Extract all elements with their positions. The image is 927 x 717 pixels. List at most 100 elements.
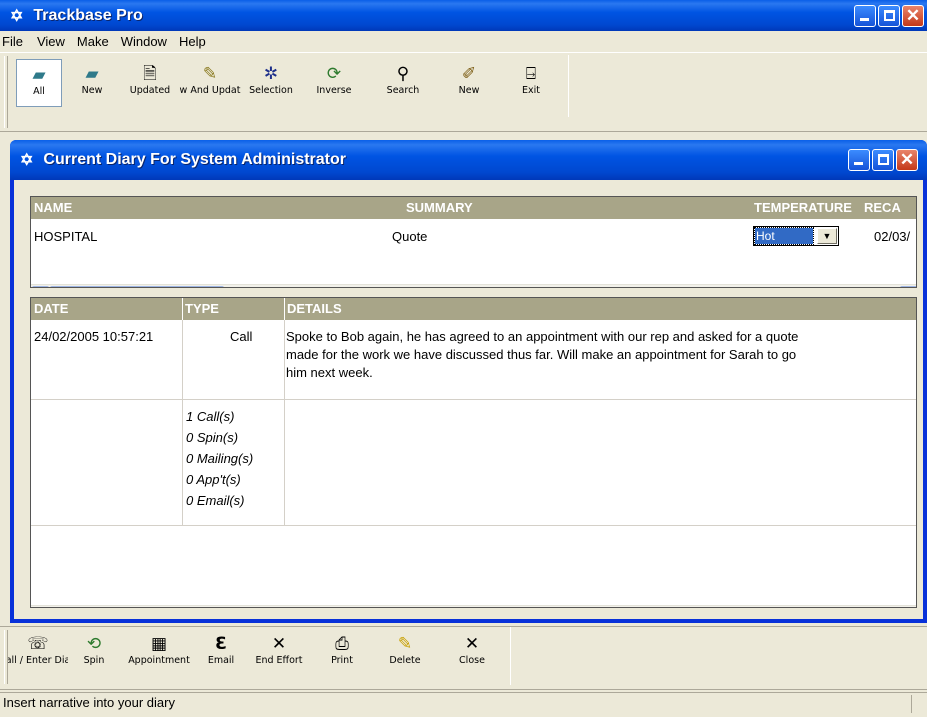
col-header-details[interactable]: DETAILS: [287, 298, 342, 320]
total-mailings: 0 Mailing(s): [186, 451, 254, 466]
contact-recall: 02/03/: [874, 229, 911, 244]
diary-close-button[interactable]: ✕: [896, 149, 918, 171]
eraser-icon: ✎: [397, 634, 413, 654]
app-title: Trackbase Pro: [33, 6, 143, 24]
search-icon: ⚲: [396, 64, 410, 84]
scroll-right-arrow[interactable]: >: [900, 286, 916, 287]
contact-horizontal-scrollbar[interactable]: < >: [31, 284, 916, 287]
log-grid-header: DATE TYPE DETAILS: [31, 298, 916, 320]
menu-view[interactable]: View: [29, 34, 71, 49]
totals-row: 1 Call(s) 0 Spin(s) 0 Mailing(s) 0 App't…: [31, 400, 916, 526]
scroll-left-arrow[interactable]: <: [32, 607, 49, 608]
header-divider: [284, 298, 285, 320]
total-appointments: 0 App't(s): [186, 472, 241, 487]
menu-file[interactable]: File: [0, 34, 29, 49]
call-enter-diary-button[interactable]: ☏ all / Enter Dia: [8, 629, 68, 685]
new-folder-icon: ▰: [85, 64, 99, 84]
close-x-icon: ✕: [464, 634, 480, 654]
chevron-down-icon[interactable]: ▼: [817, 228, 837, 244]
total-spins: 0 Spin(s): [186, 430, 239, 445]
diary-title-bar[interactable]: ✡ Current Diary For System Administrator…: [10, 140, 927, 180]
log-grid: DATE TYPE DETAILS 24/02/2005 10:57:21 Ca…: [30, 297, 917, 608]
toolbar-selection-button[interactable]: ✲ Selection: [242, 59, 300, 133]
table-row[interactable]: 24/02/2005 10:57:21 Call Spoke to Bob ag…: [31, 320, 916, 400]
contact-name: HOSPITAL: [34, 229, 98, 244]
total-calls: 1 Call(s): [186, 409, 235, 424]
col-header-temperature[interactable]: TEMPERATURE: [754, 197, 852, 219]
minimize-button[interactable]: [854, 5, 876, 27]
calendar-icon: ▦: [150, 634, 168, 654]
contact-summary: Quote: [392, 229, 428, 244]
toolbar-search-button[interactable]: ⚲ Search: [368, 59, 438, 133]
scroll-right-arrow[interactable]: >: [900, 607, 917, 608]
end-effort-button[interactable]: ✕ End Effort: [244, 629, 314, 685]
selection-icon: ✲: [263, 64, 279, 84]
updated-icon: 🗎: [143, 64, 157, 84]
diary-minimize-button[interactable]: [848, 149, 870, 171]
inverse-icon: ⟳: [326, 64, 342, 84]
log-horizontal-scrollbar[interactable]: < >: [31, 605, 917, 608]
resize-grip[interactable]: [911, 695, 925, 713]
main-toolbar: ▰ All ▰ New 🗎 Updated ✎ w And Updat ✲ Se…: [0, 52, 927, 132]
scroll-thumb[interactable]: [50, 607, 828, 608]
toolbar-updated-button[interactable]: 🗎 Updated: [122, 59, 178, 133]
menu-bar: File View Make Window Help: [0, 30, 927, 52]
log-date: 24/02/2005 10:57:21: [34, 329, 154, 344]
diary-maximize-button[interactable]: [872, 149, 894, 171]
contact-grid-header: NAME SUMMARY TEMPERATURE RECA: [31, 197, 916, 219]
telephone-icon: ☏: [27, 634, 49, 654]
status-text: Insert narrative into your diary: [3, 695, 175, 710]
toolbar-grip[interactable]: [4, 56, 8, 128]
app-title-bar[interactable]: ✡ Trackbase Pro ✕: [0, 0, 927, 31]
col-header-recall[interactable]: RECA: [864, 197, 901, 219]
diary-icon: ✡: [20, 152, 34, 169]
printer-icon: ⎙: [335, 634, 349, 654]
contact-row[interactable]: HOSPITAL Quote Hot ▼ 02/03/: [31, 219, 916, 255]
toolbar-inverse-button[interactable]: ⟳ Inverse: [300, 59, 368, 133]
spin-button[interactable]: ⟲ Spin: [68, 629, 120, 685]
totals-list: 1 Call(s) 0 Spin(s) 0 Mailing(s) 0 App't…: [186, 406, 253, 511]
folder-icon: ▰: [32, 65, 46, 85]
log-type: Call: [230, 329, 253, 344]
toolbar-all-button[interactable]: ▰ All: [16, 59, 62, 107]
contact-grid: NAME SUMMARY TEMPERATURE RECA HOSPITAL Q…: [30, 196, 917, 288]
delete-button[interactable]: ✎ Delete: [370, 629, 440, 685]
status-bar: Insert narrative into your diary: [0, 692, 927, 717]
header-divider: [182, 298, 183, 320]
menu-help[interactable]: Help: [173, 34, 212, 49]
email-button[interactable]: Ɛ Email: [198, 629, 244, 685]
temperature-value: Hot: [754, 227, 814, 245]
col-header-type[interactable]: TYPE: [185, 298, 219, 320]
log-details: Spoke to Bob again, he has agreed to an …: [286, 329, 799, 380]
temperature-select[interactable]: Hot ▼: [753, 226, 839, 246]
toolbar-new-and-updated-button[interactable]: ✎ w And Updat: [178, 59, 242, 133]
diary-title: Current Diary For System Administrator: [43, 151, 346, 168]
spin-icon: ⟲: [86, 634, 102, 654]
menu-make[interactable]: Make: [71, 34, 115, 49]
close-diary-button[interactable]: ✕ Close: [440, 629, 504, 685]
end-effort-x-icon: ✕: [271, 634, 287, 654]
total-emails: 0 Email(s): [186, 493, 245, 508]
menu-window[interactable]: Window: [115, 34, 173, 49]
scroll-left-arrow[interactable]: <: [32, 286, 49, 287]
toolbar-new-button[interactable]: ▰ New: [62, 59, 122, 133]
col-header-summary[interactable]: SUMMARY: [406, 197, 473, 219]
email-icon: Ɛ: [215, 634, 227, 654]
toolbar-separator: [568, 55, 569, 117]
new-item-icon: ✐: [461, 64, 477, 84]
toolbar-new-item-button[interactable]: ✐ New: [438, 59, 500, 133]
exit-door-icon: ⍈: [525, 64, 537, 84]
close-button[interactable]: ✕: [902, 5, 924, 27]
col-header-date[interactable]: DATE: [34, 298, 68, 320]
col-header-name[interactable]: NAME: [34, 197, 72, 219]
appointment-button[interactable]: ▦ Appointment: [120, 629, 198, 685]
scroll-thumb[interactable]: [50, 286, 224, 287]
app-icon: ✡: [10, 7, 24, 25]
print-button[interactable]: ⎙ Print: [314, 629, 370, 685]
toolbar-separator: [510, 627, 511, 685]
toolbar-exit-button[interactable]: ⍈ Exit: [500, 59, 562, 133]
maximize-button[interactable]: [878, 5, 900, 27]
new-and-updated-icon: ✎: [202, 64, 218, 84]
diary-toolbar: ☏ all / Enter Dia ⟲ Spin ▦ Appointment Ɛ…: [0, 626, 927, 690]
log-body: 24/02/2005 10:57:21 Call Spoke to Bob ag…: [31, 320, 916, 526]
